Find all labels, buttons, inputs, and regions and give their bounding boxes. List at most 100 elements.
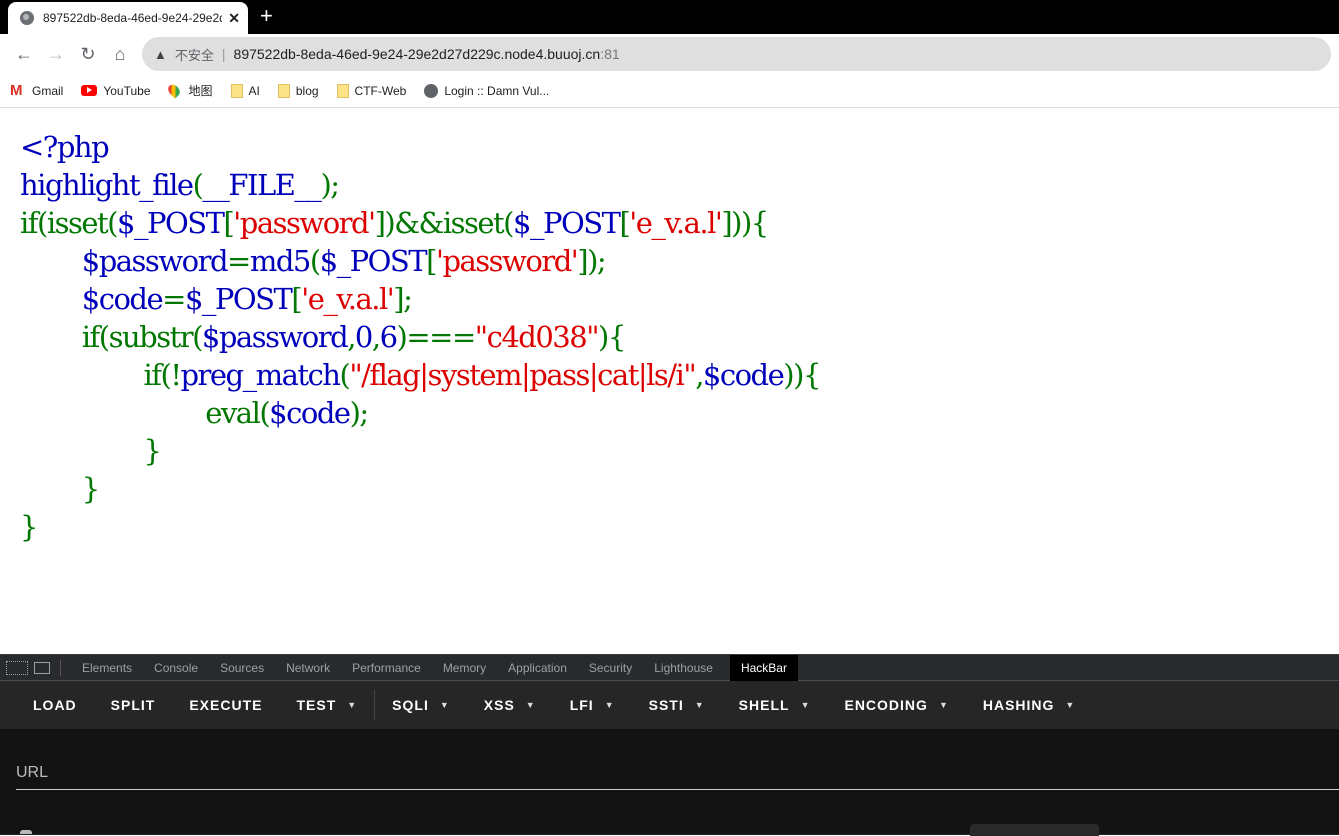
url-port: :81 [600,46,620,62]
code-token: } [20,434,161,468]
code-token: 0 [354,320,373,354]
code-token: [ [291,282,302,316]
bookmark-item[interactable]: Login :: Damn Vul... [424,83,549,98]
bookmark-label: 地图 [188,84,213,98]
devtools-tab-hackbar[interactable]: HackBar [729,654,798,681]
code-line: } [20,432,1319,470]
chevron-down-icon: ▼ [347,700,358,710]
code-token: $password [201,320,349,354]
bookmark-label: AI [248,83,260,98]
code-line: } [20,470,1319,508]
bookmark-item[interactable]: AI [230,83,260,98]
button-label: HASHING [982,697,1055,713]
devtools-tab-console[interactable]: Console [143,655,209,681]
devtools-tab-memory[interactable]: Memory [432,655,497,681]
split-button[interactable]: SPLIT [94,681,173,729]
code-token: 'e_v.a.l' [629,206,723,240]
code-token: __FILE__ [202,168,322,202]
code-token: ])&&isset( [374,206,515,240]
bookmark-item[interactable]: YouTube [81,84,151,98]
code-token: , [695,358,704,392]
button-label: SSTI [648,697,684,713]
browser-toolbar: ← → ↻ ⌂ ▲ 不安全 | 897522db-8eda-46ed-9e24-… [0,34,1339,74]
code-token: ( [192,168,204,202]
url-input[interactable] [16,789,1339,790]
lfi-button[interactable]: LFI ▼ [553,681,632,729]
tab-strip: 897522db-8eda-46ed-9e24-29e2d27d229c.nod… [0,0,1339,34]
forward-button[interactable]: → [40,38,72,70]
hackbar-menu: LOAD SPLIT EXECUTE TEST ▼ SQLI ▼ XSS ▼ LFI ▼ SSTI ▼ S… [0,681,1339,729]
code-token: if(isset( [20,206,119,240]
test-button[interactable]: TEST ▼ [279,681,374,729]
post-data-toggle[interactable] [970,824,1099,836]
ssti-button[interactable]: SSTI ▼ [632,681,722,729]
divider [60,659,61,676]
code-token: $_POST [319,244,428,278]
code-token: 'e_v.a.l' [301,282,395,316]
globe-icon [424,83,439,98]
warning-icon[interactable]: ▲ [154,47,167,62]
device-toggle-icon[interactable] [34,661,50,674]
devtools-tab-sources[interactable]: Sources [209,655,275,681]
code-token: $code [269,396,351,430]
code-line: if(substr($password,0,6)==="c4d038"){ [20,318,1319,356]
code-token: { [802,358,821,392]
code-token: = [162,282,186,316]
devtools-panel: Elements Console Sources Network Performance… [0,654,1339,836]
code-token: $_POST [117,206,225,240]
button-label: ENCODING [844,697,928,713]
code-token: ); [320,168,340,202]
load-button[interactable]: LOAD [16,681,94,729]
devtools-tab-lighthouse[interactable]: Lighthouse [643,655,724,681]
code-token: "/flag|system|pass|cat|ls/i" [349,358,696,392]
bookmark-label: blog [295,83,319,98]
code-line: if(!preg_match("/flag|system|pass|cat|ls… [20,356,1319,394]
code-token: = [227,244,251,278]
devtools-tab-elements[interactable]: Elements [71,655,143,681]
gmail-icon: M [10,81,23,99]
code-token: ]); [577,244,606,278]
checkbox[interactable] [20,830,32,834]
hashing-button[interactable]: HASHING ▼ [966,681,1092,729]
code-line: eval($code); [20,394,1319,432]
bookmark-item[interactable]: blog [277,83,319,98]
code-token: preg_match [180,358,341,392]
devtools-tab-application[interactable]: Application [497,655,578,681]
devtools-tab-security[interactable]: Security [578,655,643,681]
code-token: } [20,472,100,506]
bookmark-item[interactable]: M Gmail [10,81,63,99]
button-label: TEST [296,697,337,713]
security-label[interactable]: 不安全 [175,45,214,64]
code-token: , [347,320,356,354]
code-line: $code=$_POST['e_v.a.l']; [20,280,1319,318]
back-button[interactable]: ← [8,38,40,70]
code-token: $code [702,358,785,392]
folder-icon [230,83,243,98]
shell-button[interactable]: SHELL ▼ [722,681,828,729]
encoding-button[interactable]: ENCODING ▼ [827,681,965,729]
button-label: LOAD [33,697,77,713]
devtools-tab-performance[interactable]: Performance [341,655,432,681]
code-token: ( [309,244,321,278]
home-button[interactable]: ⌂ [104,38,136,70]
reload-button[interactable]: ↻ [72,38,104,70]
code-token: md5 [249,244,312,278]
code-token: $_POST [513,206,621,240]
chevron-down-icon: ▼ [439,700,450,710]
bookmark-item[interactable]: 地图 [165,82,213,99]
inspect-element-icon[interactable] [6,660,28,675]
execute-button[interactable]: EXECUTE [172,681,279,729]
chevron-down-icon: ▼ [604,700,615,710]
browser-tab[interactable]: 897522db-8eda-46ed-9e24-29e2d27d229c.nod… [8,2,248,34]
code-token: [ [426,244,437,278]
new-tab-button[interactable]: + [260,4,273,28]
bookmark-item[interactable]: CTF-Web [336,83,406,98]
address-bar[interactable]: ▲ 不安全 | 897522db-8eda-46ed-9e24-29e2d27d… [142,37,1331,71]
devtools-tab-network[interactable]: Network [275,655,341,681]
code-token: ); [349,396,370,430]
close-tab-icon[interactable]: ✕ [228,10,240,27]
button-label: SPLIT [110,697,156,713]
code-token: ]; [393,282,413,316]
xss-button[interactable]: XSS ▼ [467,681,553,729]
sqli-button[interactable]: SQLI ▼ [375,681,467,729]
